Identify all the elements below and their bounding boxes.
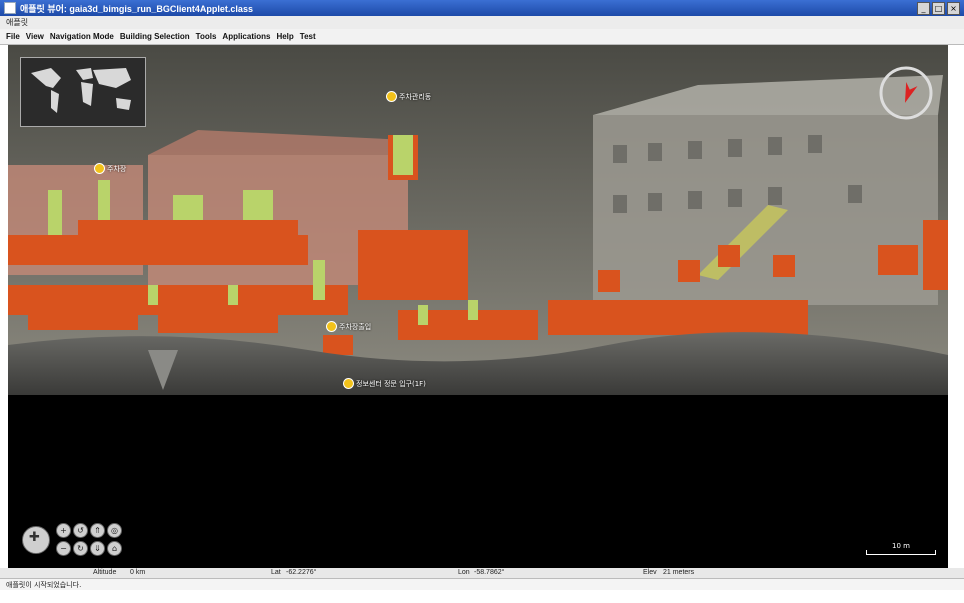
window-controls: _ □ × — [917, 2, 960, 15]
coordinate-status-bar: Altitude 0 km Lat -62.2276° Lon -58.7862… — [0, 568, 964, 578]
altitude-label: Altitude — [93, 569, 117, 576]
poi-marker[interactable]: 정보센터 정문 입구(1F) — [343, 378, 426, 389]
elev-label: Elev — [643, 569, 657, 576]
applet-status-message: 애플릿이 시작되었습니다. — [0, 578, 964, 590]
navigation-controls: + ↺ ⇑ ◎ − ↻ ⇓ ⌂ — [22, 523, 122, 556]
world-minimap[interactable] — [20, 57, 146, 127]
altitude-value: 0 km — [130, 569, 146, 576]
window-title: 애플릿 뷰어: gaia3d_bimgis_run_BGClient4Apple… — [20, 3, 253, 14]
location-pin-icon — [326, 321, 337, 332]
menu-bar: File View Navigation Mode Building Selec… — [0, 29, 964, 45]
lat-label: Lat — [271, 569, 281, 576]
menu-building-selection[interactable]: Building Selection — [120, 32, 190, 41]
tilt-down-icon[interactable]: ⇓ — [90, 541, 105, 556]
lon-label: Lon — [458, 569, 470, 576]
location-pin-icon — [386, 91, 397, 102]
elev-value: 21 meters — [663, 569, 695, 576]
menu-view[interactable]: View — [26, 32, 44, 41]
minimize-icon[interactable]: _ — [917, 2, 930, 15]
menu-file[interactable]: File — [6, 32, 20, 41]
applet-menu[interactable]: 애플릿 — [0, 16, 964, 29]
world-map-graphic — [31, 68, 131, 113]
rotate-left-icon[interactable]: ↺ — [73, 523, 88, 538]
close-icon[interactable]: × — [947, 2, 960, 15]
rotate-right-icon[interactable]: ↻ — [73, 541, 88, 556]
scale-bar: 10 m — [866, 542, 936, 555]
menu-help[interactable]: Help — [276, 32, 293, 41]
menu-applications[interactable]: Applications — [222, 32, 270, 41]
window-titlebar: 애플릿 뷰어: gaia3d_bimgis_run_BGClient4Apple… — [0, 0, 964, 16]
scale-bar-line — [866, 550, 936, 555]
poi-marker[interactable]: 주차장 — [94, 163, 126, 174]
poi-marker[interactable]: 주차장출입 — [326, 321, 371, 332]
reset-view-icon[interactable]: ⌂ — [107, 541, 122, 556]
location-pin-icon — [343, 378, 354, 389]
lat-value: -62.2276° — [286, 569, 317, 576]
tilt-up-icon[interactable]: ⇑ — [90, 523, 105, 538]
location-pin-icon — [94, 163, 105, 174]
pan-control-icon[interactable] — [22, 525, 50, 554]
java-app-icon — [4, 2, 16, 14]
3d-viewport[interactable]: 주차관리동 주차장 주차장출입 정보센터 정문 입구(1F) + ↺ ⇑ ◎ −… — [8, 45, 948, 568]
menu-test[interactable]: Test — [300, 32, 316, 41]
look-around-icon[interactable]: ◎ — [107, 523, 122, 538]
zoom-out-icon[interactable]: − — [56, 541, 71, 556]
poi-marker[interactable]: 주차관리동 — [386, 91, 431, 102]
zoom-in-icon[interactable]: + — [56, 523, 71, 538]
menu-tools[interactable]: Tools — [196, 32, 217, 41]
lon-value: -58.7862° — [474, 569, 505, 576]
menu-navigation-mode[interactable]: Navigation Mode — [50, 32, 114, 41]
scene-render — [8, 45, 948, 395]
maximize-icon[interactable]: □ — [932, 2, 945, 15]
